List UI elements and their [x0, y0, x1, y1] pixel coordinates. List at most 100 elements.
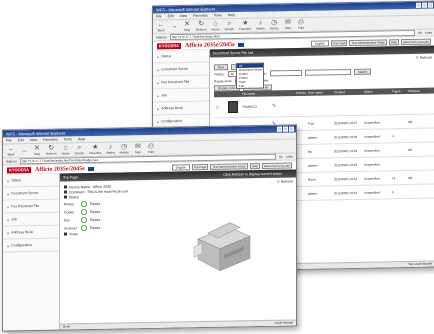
dropdown-option[interactable]: Fax [237, 84, 263, 88]
menu-edit[interactable]: Edit [168, 13, 174, 19]
col-created: Created [334, 90, 345, 95]
language-select[interactable]: English [171, 163, 190, 171]
sidebar-item-fax-received[interactable]: » Fax Received File [153, 75, 209, 90]
status-ok-icon [81, 225, 87, 232]
address-label: Address [156, 35, 168, 40]
maximize-button[interactable] [422, 2, 427, 8]
menu-file[interactable]: File [6, 137, 12, 143]
favorites-button[interactable]: ★ Favorites [239, 20, 251, 31]
display-items-label: Display items [214, 78, 232, 83]
refresh-link[interactable]: ↻ Refresh [277, 179, 293, 183]
sidebar-item-document-server[interactable]: » Document Server [3, 186, 59, 201]
minimize-button[interactable] [416, 2, 421, 8]
sidebar-item-fax-received[interactable]: » Fax Received File [3, 199, 59, 214]
stop-button[interactable]: ✕ Stop [183, 21, 191, 32]
help-link[interactable]: Help [249, 162, 260, 169]
sidebar-item-status[interactable]: » Status [153, 49, 209, 64]
menu-tools[interactable]: Tools [214, 12, 222, 18]
admin-mode-link[interactable]: Text Administrative Mode [210, 162, 248, 170]
minimize-button[interactable] [277, 126, 282, 132]
arrow-icon: » [157, 105, 160, 111]
arrow-icon: » [157, 66, 160, 72]
main-content: Top Page Click Refresh to display curren… [60, 169, 296, 330]
menu-favorites[interactable]: Favorites [43, 137, 57, 143]
history-button[interactable]: ◷ History [270, 19, 279, 30]
home-button[interactable]: ⌂ Home [212, 20, 220, 31]
menu-tools[interactable]: Tools [64, 136, 72, 142]
mail-button[interactable]: ✉ Mail [134, 143, 142, 154]
close-button[interactable] [428, 2, 433, 8]
status-ok-icon [81, 209, 87, 216]
window-controls[interactable] [277, 126, 294, 132]
go-button[interactable]: Go [418, 31, 422, 35]
media-button[interactable]: ♪ Media [256, 20, 264, 31]
sidebar-item-address-book[interactable]: » Address Book [3, 225, 59, 240]
sidebar-item-configuration[interactable]: » Configuration [3, 238, 59, 253]
menu-view[interactable]: View [30, 137, 38, 143]
arrow-icon: » [157, 53, 160, 59]
arrow-icon: » [157, 92, 160, 98]
ricoh-site-link[interactable]: www.ricoh-usa.com [400, 38, 431, 45]
ricoh-site-link[interactable]: www.ricoh-usa.com [261, 162, 292, 169]
admin-mode-link[interactable]: Text Administrative Mode [349, 38, 387, 46]
back-button[interactable]: ← Back [157, 21, 165, 32]
arrow-icon: » [7, 242, 10, 248]
top-page-link[interactable]: Top Page [191, 163, 209, 170]
menu-file[interactable]: File [156, 13, 162, 19]
search-field-select[interactable] [269, 69, 302, 76]
stop-button[interactable]: ✕ Stop [33, 145, 41, 156]
arrow-icon: » [157, 79, 160, 85]
search-button[interactable]: ⌕ Search [225, 20, 235, 31]
maximize-button[interactable] [283, 126, 288, 132]
window-controls[interactable] [416, 2, 433, 8]
edit-icon[interactable]: ✎ [272, 103, 276, 109]
col-pages: Pages [392, 89, 401, 94]
search-button[interactable]: ⌕ Search [75, 144, 85, 155]
links-label[interactable]: Links [286, 154, 293, 158]
sidebar-item-job[interactable]: » Job [153, 88, 209, 103]
go-button[interactable]: Go [279, 155, 283, 159]
sidebar-item-document-server[interactable]: » Document Server [153, 62, 209, 77]
sidebar-item-job[interactable]: » Job [3, 212, 59, 227]
links-label[interactable]: Links [425, 31, 432, 35]
top-page-link[interactable]: Top Page [330, 39, 348, 46]
print-button[interactable]: ⎙ Print [297, 19, 305, 30]
media-button[interactable]: ♪ Media [106, 144, 114, 155]
col-preview: Preview [296, 90, 306, 95]
language-select[interactable]: English [310, 39, 329, 47]
arrow-icon: » [7, 177, 10, 183]
model-name: Afficio 2035e/2045e [185, 41, 235, 49]
arrow-icon: » [157, 118, 160, 124]
favorites-button[interactable]: ★ Favorites [89, 144, 101, 155]
refresh-button[interactable]: ↻ Refresh [46, 145, 57, 156]
history-button[interactable]: ◷ History [120, 143, 129, 154]
document-thumbnail-icon[interactable] [228, 100, 238, 114]
search-submit-button[interactable]: Search [353, 68, 372, 75]
sidebar-item-status[interactable]: » Status [3, 173, 59, 188]
forward-button[interactable]: → [170, 23, 178, 30]
print-button[interactable]: ⎙ Print [147, 143, 155, 154]
print-filter-dropdown[interactable]: All Document Server Copier Printer Scan … [236, 62, 264, 90]
status-ok-icon [81, 201, 87, 208]
menu-help[interactable]: Help [228, 12, 235, 18]
search-input[interactable] [304, 68, 351, 76]
page-title: Top Page [63, 175, 78, 180]
zone-label: Top Local Intranet [408, 261, 432, 267]
home-button[interactable]: ⌂ Home [62, 144, 70, 155]
back-button[interactable]: ← Back [7, 145, 15, 156]
mail-button[interactable]: ✉ Mail [284, 19, 292, 30]
front-browser-window[interactable]: WFS - Microsoft Internet Explorer File E… [2, 124, 297, 332]
forward-button[interactable]: → [20, 147, 28, 154]
model-name: Afficio 2035e/2045e [35, 165, 85, 173]
close-button[interactable] [289, 126, 294, 132]
bullet-icon [64, 232, 67, 236]
new-button[interactable]: New [214, 63, 229, 70]
menu-edit[interactable]: Edit [18, 137, 24, 143]
sidebar-item-address-book[interactable]: » Address Book [153, 101, 209, 116]
menu-help[interactable]: Help [78, 136, 85, 142]
menu-favorites[interactable]: Favorites [193, 13, 207, 19]
help-link[interactable]: Help [388, 38, 399, 45]
row-checkbox[interactable]: ☐ [214, 105, 226, 109]
menu-view[interactable]: View [180, 13, 188, 19]
refresh-button[interactable]: ↻ Refresh [196, 21, 207, 32]
